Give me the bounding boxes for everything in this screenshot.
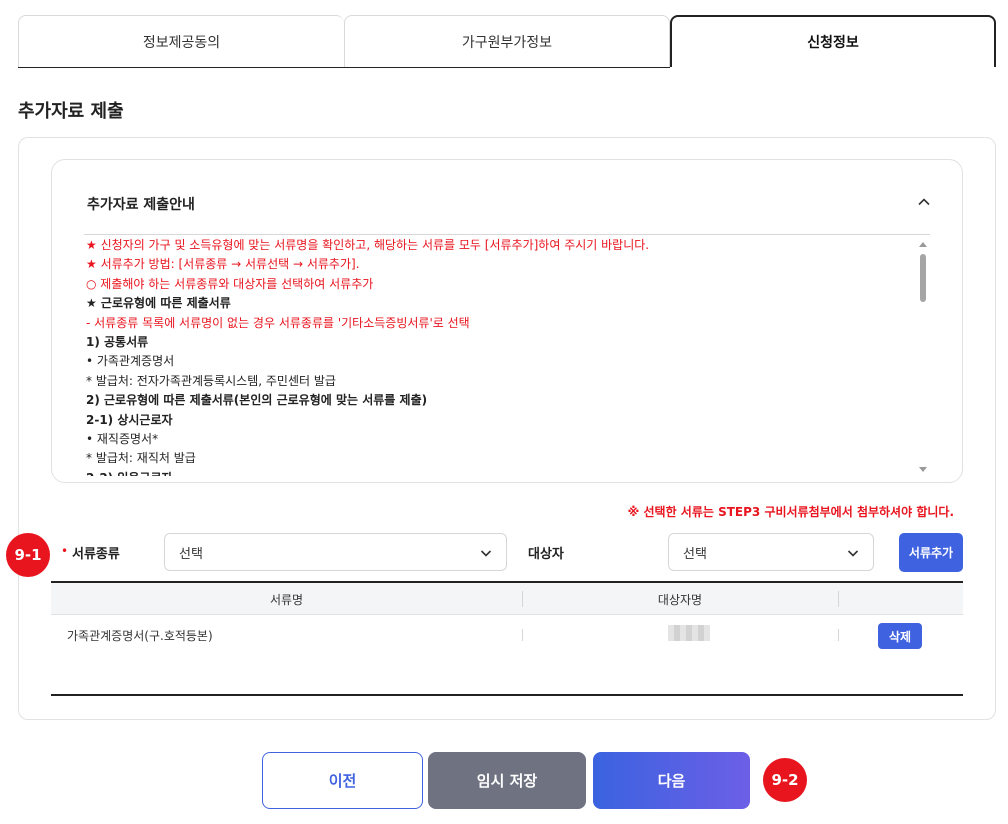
row-doc-name: 가족관계증명서(구.호적등본) [67, 628, 213, 643]
doc-type-select[interactable]: 선택 [164, 533, 507, 571]
guide-content[interactable]: ★ 신청자의 가구 및 소득유형에 맞는 서류명을 확인하고, 해당하는 서류를… [84, 236, 932, 476]
guide-lines: ★ 신청자의 가구 및 소득유형에 맞는 서류명을 확인하고, 해당하는 서류를… [84, 236, 932, 476]
header-doc-name: 서류명 [269, 592, 304, 607]
guide-divider [84, 234, 930, 235]
guide-line: * 발급처: 재직처 발급 [86, 451, 196, 466]
header-target-name: 대상자명 [657, 592, 703, 607]
guide-title: 추가자료 제출안내 [87, 197, 195, 213]
doc-type-label: 서류종류 [72, 547, 120, 562]
doc-type-value: 선택 [179, 546, 203, 562]
table-row: 가족관계증명서(구.호적등본) 삭제 [51, 615, 963, 655]
step-badge-9-1: 9-1 [6, 533, 50, 577]
add-document-button[interactable]: 서류추가 [899, 533, 963, 572]
scrollbar-thumb[interactable] [920, 254, 926, 302]
guide-accordion: 추가자료 제출안내 ★ 신청자의 가구 및 소득유형에 맞는 서류명을 확인하고… [51, 159, 963, 483]
guide-line: ★ 서류추가 방법: [서류종류 → 서류선택 → 서류추가]. [86, 257, 360, 272]
guide-line: • 재직증명서* [86, 432, 159, 447]
temp-save-button[interactable]: 임시 저장 [428, 752, 586, 809]
guide-line: 2) 근로유형에 따른 제출서류(본인의 근로유형에 맞는 서류를 제출) [86, 393, 428, 408]
target-label: 대상자 [528, 547, 564, 562]
guide-line: 2-2) 일용근로자 [86, 469, 932, 476]
attach-notice: ※ 선택한 서류는 STEP3 구비서류첨부에서 첨부하셔야 합니다. [627, 505, 954, 519]
guide-line: ★ 근로유형에 따른 제출서류 [86, 296, 231, 311]
guide-line: ○ 제출해야 하는 서류종류와 대상자를 선택하여 서류추가 [86, 276, 374, 291]
cell-divider [522, 629, 523, 641]
next-button[interactable]: 다음 [593, 752, 750, 809]
guide-line: - 서류종류 목록에 서류명이 없는 경우 서류종류를 '기타소득증빙서류'로 … [86, 315, 470, 330]
target-select[interactable]: 선택 [668, 533, 874, 571]
tab-application-info[interactable]: 신청정보 [670, 15, 996, 67]
tab-label: 정보제공동의 [142, 34, 221, 51]
table-header: 서류명 대상자명 [51, 583, 963, 615]
header-action [838, 583, 963, 615]
required-mark: • [61, 544, 69, 558]
target-value: 선택 [683, 546, 707, 562]
guide-line: 2-1) 상시근로자 [86, 412, 173, 427]
section-title: 추가자료 제출 [18, 101, 124, 122]
guide-line: ★ 신청자의 가구 및 소득유형에 맞는 서류명을 확인하고, 해당하는 서류를… [86, 238, 650, 252]
tab-info-consent[interactable]: 정보제공동의 [18, 15, 344, 67]
step-tabs: 정보제공동의 가구원부가정보 신청정보 [18, 15, 996, 68]
scroll-up-arrow-icon[interactable] [919, 242, 927, 247]
prev-button[interactable]: 이전 [262, 752, 423, 809]
chevron-down-icon [480, 550, 492, 557]
chevron-up-icon[interactable] [918, 196, 930, 208]
tab-household-info[interactable]: 가구원부가정보 [344, 15, 670, 67]
delete-button[interactable]: 삭제 [878, 623, 922, 649]
redacted-target-name [668, 625, 710, 641]
guide-line: * 발급처: 전자가족관계등록시스템, 주민센터 발급 [86, 373, 336, 388]
guide-line: • 가족관계증명서 [86, 354, 175, 369]
guide-line: 1) 공통서류 [86, 335, 149, 350]
cell-divider [838, 629, 839, 641]
document-table: 서류명 대상자명 가족관계증명서(구.호적등본) 삭제 [51, 581, 963, 696]
tab-label: 신청정보 [807, 35, 859, 51]
guide-scrollbar[interactable] [918, 240, 928, 476]
chevron-down-icon [847, 550, 859, 557]
tab-label: 가구원부가정보 [461, 34, 553, 51]
step-badge-9-2: 9-2 [763, 758, 807, 802]
scroll-down-arrow-icon[interactable] [919, 467, 927, 472]
